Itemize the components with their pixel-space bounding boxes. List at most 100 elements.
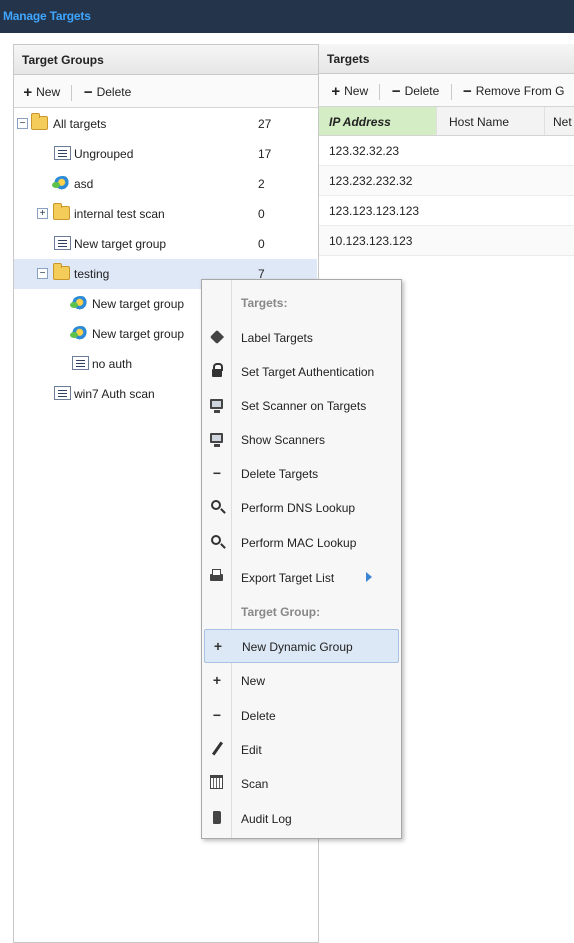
menu-item-dns-lookup[interactable]: Perform DNS Lookup: [204, 491, 399, 525]
column-net[interactable]: Net: [545, 107, 574, 135]
menu-item-label: Perform MAC Lookup: [241, 536, 357, 550]
menu-item-edit[interactable]: Edit: [204, 733, 399, 767]
menu-item-audit-log[interactable]: Audit Log: [204, 802, 399, 836]
monitor-icon: [210, 433, 223, 447]
menu-item-new[interactable]: + New: [204, 664, 399, 698]
toolbar-separator: [71, 84, 73, 101]
menu-item-set-target-authentication[interactable]: Set Target Authentication: [204, 355, 399, 389]
menu-item-label: New Dynamic Group: [242, 640, 353, 654]
minus-icon: −: [212, 707, 222, 723]
remove-from-group-button[interactable]: − Remove From G: [463, 83, 564, 100]
menu-item-scan[interactable]: Scan: [204, 767, 399, 801]
menu-header-label: Target Group:: [241, 605, 321, 619]
tree-item-internal-test-scan[interactable]: + internal test scan 0: [14, 199, 317, 229]
tree-item-label: New target group: [92, 297, 185, 311]
menu-item-label: Show Scanners: [241, 433, 326, 447]
new-group-button[interactable]: + New: [23, 84, 60, 101]
menu-item-new-dynamic-group[interactable]: + New Dynamic Group: [204, 629, 399, 663]
expand-icon[interactable]: +: [37, 208, 48, 219]
new-group-label: New: [36, 85, 61, 99]
menu-header-label: Targets:: [241, 296, 288, 310]
tree-item-label: New target group: [92, 327, 185, 341]
menu-item-label: Delete Targets: [241, 467, 319, 481]
pencil-icon: [211, 741, 224, 756]
tree-item-new-target-group[interactable]: New target group 0: [14, 229, 317, 259]
targets-header: Targets: [319, 44, 574, 74]
targets-toolbar: + New − Delete − Remove From G: [319, 74, 574, 107]
delete-group-button[interactable]: − Delete: [84, 84, 131, 101]
printer-icon: [210, 569, 223, 581]
menu-item-label: Scan: [241, 777, 269, 791]
submenu-arrow-icon: [366, 572, 372, 582]
dynamic-group-icon: [70, 326, 89, 340]
list-icon: [72, 356, 89, 370]
context-menu: Targets: Label Targets Set Target Authen…: [201, 279, 402, 839]
menu-item-delete[interactable]: − Delete: [204, 699, 399, 733]
tree-item-all-targets[interactable]: − All targets 27: [14, 109, 317, 139]
menu-item-label: Delete: [241, 709, 276, 723]
menu-item-label: Export Target List: [241, 571, 335, 585]
delete-target-button[interactable]: − Delete: [392, 83, 439, 100]
list-icon: [54, 386, 71, 400]
column-host-name[interactable]: Host Name: [437, 107, 545, 135]
tree-item-label: internal test scan: [74, 207, 165, 221]
folder-open-icon: [31, 113, 48, 130]
tree-item-ungrouped[interactable]: Ungrouped 17: [14, 139, 317, 169]
delete-target-label: Delete: [404, 84, 440, 98]
menu-item-label: Set Target Authentication: [241, 365, 375, 379]
menu-item-delete-targets[interactable]: − Delete Targets: [204, 457, 399, 491]
menu-item-label: Audit Log: [241, 812, 292, 826]
targets-table-body: 123.32.32.23 123.232.232.32 123.123.123.…: [319, 136, 574, 256]
menu-item-set-scanner[interactable]: Set Scanner on Targets: [204, 389, 399, 423]
table-row[interactable]: 10.123.123.123: [319, 226, 574, 256]
menu-item-label: Perform DNS Lookup: [241, 501, 356, 515]
target-groups-header: Target Groups: [14, 45, 318, 75]
tree-item-label: no auth: [92, 357, 133, 371]
title-bar: Manage Targets: [0, 0, 574, 33]
minus-icon: −: [391, 83, 401, 100]
tree-item-count: 27: [258, 117, 272, 131]
window-title: Manage Targets: [3, 9, 91, 23]
folder-icon: [53, 203, 70, 220]
delete-group-label: Delete: [96, 85, 132, 99]
menu-item-label-targets[interactable]: Label Targets: [204, 321, 399, 355]
toolbar-separator: [450, 83, 452, 100]
tree-item-count: 0: [258, 237, 265, 251]
menu-item-label: Edit: [241, 743, 262, 757]
menu-header-target-group: Target Group:: [204, 595, 399, 629]
tree-item-label: Ungrouped: [74, 147, 134, 161]
folder-open-icon: [53, 263, 70, 280]
targets-table-header: IP Address Host Name Net: [319, 107, 574, 136]
tag-icon: [209, 329, 225, 345]
table-row[interactable]: 123.32.32.23: [319, 136, 574, 166]
search-icon: [211, 500, 221, 510]
list-icon: [54, 146, 71, 160]
toolbar-separator: [379, 83, 381, 100]
minus-icon: −: [83, 84, 93, 101]
tree-item-label: win7 Auth scan: [74, 387, 155, 401]
book-icon: [213, 811, 221, 824]
remove-from-group-label: Remove From G: [475, 84, 565, 98]
menu-item-mac-lookup[interactable]: Perform MAC Lookup: [204, 526, 399, 560]
menu-item-show-scanners[interactable]: Show Scanners: [204, 423, 399, 457]
menu-item-label: New: [241, 674, 266, 688]
plus-icon: +: [213, 638, 223, 654]
minus-icon: −: [212, 465, 222, 481]
new-target-label: New: [344, 84, 369, 98]
collapse-icon[interactable]: −: [37, 268, 48, 279]
menu-item-export-target-list[interactable]: Export Target List: [204, 561, 399, 595]
tree-item-label: testing: [74, 267, 110, 281]
table-row[interactable]: 123.123.123.123: [319, 196, 574, 226]
tree-item-label: New target group: [74, 237, 167, 251]
tree-item-asd[interactable]: asd 2: [14, 169, 317, 199]
collapse-icon[interactable]: −: [17, 118, 28, 129]
tree-item-label: asd: [74, 177, 94, 191]
table-row[interactable]: 123.232.232.32: [319, 166, 574, 196]
menu-item-label: Label Targets: [241, 331, 313, 345]
monitor-icon: [210, 399, 223, 413]
minus-icon: −: [462, 83, 472, 100]
calendar-icon: [210, 775, 223, 789]
list-icon: [54, 236, 71, 250]
column-ip-address[interactable]: IP Address: [319, 107, 437, 135]
new-target-button[interactable]: + New: [331, 83, 368, 100]
